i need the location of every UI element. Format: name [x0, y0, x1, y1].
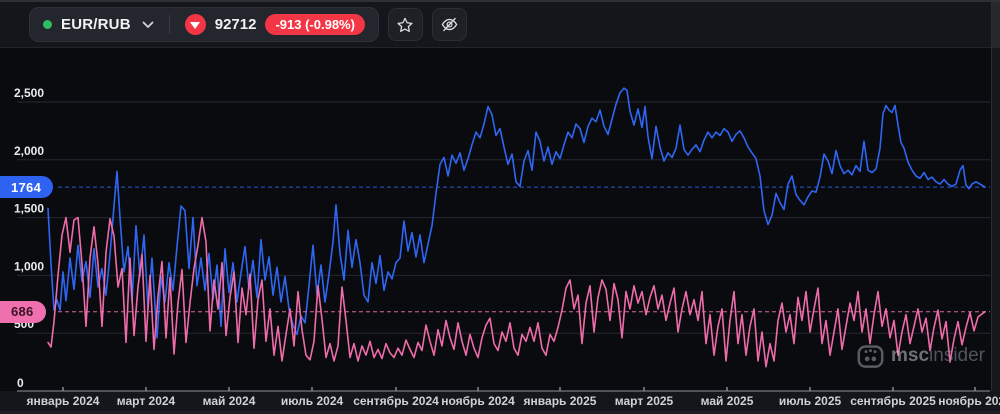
symbol-selector[interactable]: EUR/RUB 92712 -913 (-0.98%) [29, 7, 379, 42]
series-pink [47, 216, 986, 368]
x-axis-label: март 2025 [615, 394, 674, 408]
favorite-button[interactable] [387, 8, 423, 41]
price-direction-icon [184, 14, 206, 35]
y-axis-label: 2,000 [14, 144, 44, 158]
x-axis-label: июль 2024 [281, 394, 344, 408]
series-blue [47, 87, 986, 339]
y-axis-label: 1,000 [14, 259, 44, 273]
x-axis-label: май 2024 [203, 394, 256, 408]
x-axis-label: июль 2025 [779, 394, 842, 408]
price-change-badge: -913 (-0.98%) [265, 14, 365, 35]
x-axis-label: январь 2025 [524, 394, 597, 408]
x-axis-label: май 2025 [701, 394, 754, 408]
y-axis-label: 1,500 [14, 202, 44, 216]
y-axis-label: 2,500 [14, 86, 44, 100]
symbol-label: EUR/RUB [61, 16, 131, 33]
y-axis-label: 0 [17, 376, 24, 390]
market-status-dot [43, 20, 52, 29]
eye-off-icon [440, 15, 459, 34]
price-marker-pink: 686 [0, 300, 46, 323]
x-axis-label: январь 2024 [27, 394, 100, 408]
right-panel-edge [991, 48, 1000, 391]
price-marker-blue: 1764 [0, 176, 54, 199]
right-panel-edge-top [991, 2, 1000, 48]
chart-header: EUR/RUB 92712 -913 (-0.98%) [0, 2, 1000, 48]
x-axis-label: март 2024 [117, 394, 176, 408]
x-axis-label: ноябрь 2024 [441, 394, 515, 408]
chart-canvas[interactable]: 05001,0001,5002,0002,500январь 2024 март … [0, 0, 1000, 414]
chevron-down-icon[interactable] [142, 21, 154, 29]
divider [168, 15, 170, 34]
x-axis-label: ноябрь 2025 [938, 394, 1000, 408]
hide-button[interactable] [431, 8, 467, 41]
x-axis-label: сентябрь 2025 [850, 394, 936, 408]
x-axis-label: сентябрь 2024 [353, 394, 439, 408]
star-icon [396, 16, 414, 34]
window-top-edge [0, 0, 1000, 2]
price-value: 92712 [214, 16, 257, 33]
